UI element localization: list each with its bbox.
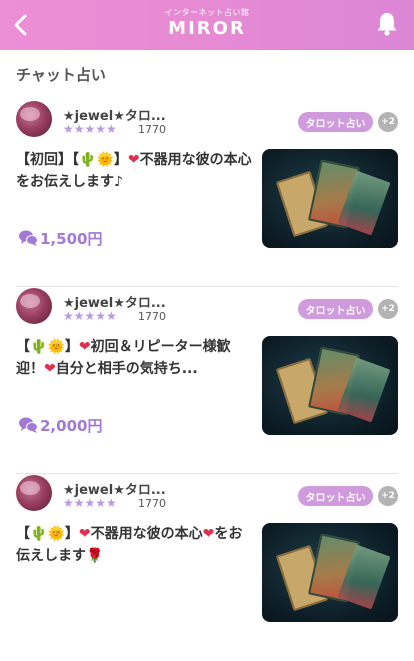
heart-icon: ❤ xyxy=(78,526,91,542)
rating-count: 1770 xyxy=(138,497,166,510)
fortune-teller-card[interactable]: ★jewel★タロ... ★★★★★ 1770 タロット占い +2 【🌵🌞】❤初… xyxy=(0,288,414,474)
desc-text: 自分と相手の気持ち... xyxy=(55,361,198,377)
fortune-teller-card[interactable]: ★jewel★タロ... ★★★★★ 1770 タロット占い +2 【初回】【🌵… xyxy=(0,101,414,287)
rating-count: 1770 xyxy=(138,123,166,136)
rating-count: 1770 xyxy=(138,310,166,323)
desc-text: 【初回】【 xyxy=(16,152,79,168)
card-description[interactable]: 【🌵🌞】❤不器用な彼の本心❤をお伝えします🌹 xyxy=(16,523,252,567)
heart-icon: ❤ xyxy=(202,526,215,542)
more-tags-badge[interactable]: +2 xyxy=(378,112,398,132)
star-rating: ★★★★★ xyxy=(63,309,117,323)
chat-bubbles-icon xyxy=(19,230,38,246)
bell-icon xyxy=(377,13,397,36)
logo-title: MIROR xyxy=(168,18,246,39)
heart-icon: ❤ xyxy=(127,152,140,168)
star-rating: ★★★★★ xyxy=(63,122,117,136)
category-tag[interactable]: タロット占い xyxy=(298,299,373,319)
app-logo[interactable]: インターネット占い館 MIROR xyxy=(0,8,414,40)
cactus-icon: 🌵 xyxy=(30,526,48,542)
price-row[interactable]: 2,000円 xyxy=(18,414,102,436)
avatar[interactable] xyxy=(16,288,52,324)
cactus-icon: 🌵 xyxy=(30,339,48,355)
star-rating: ★★★★★ xyxy=(63,496,117,510)
heart-icon: ❤ xyxy=(44,361,56,377)
avatar[interactable] xyxy=(16,101,52,137)
price: 1,500円 xyxy=(40,229,103,248)
price: 2,000円 xyxy=(40,416,103,435)
card-description[interactable]: 【初回】【🌵🌞】❤不器用な彼の本心をお伝えします♪ xyxy=(16,149,252,193)
chat-bubbles-icon xyxy=(19,417,38,433)
card-description[interactable]: 【🌵🌞】❤初回＆リピーター様歓迎！❤自分と相手の気持ち... xyxy=(16,336,252,380)
more-tags-badge[interactable]: +2 xyxy=(378,486,398,506)
sun-icon: 🌞 xyxy=(47,339,65,355)
category-tag[interactable]: タロット占い xyxy=(298,486,373,506)
logo-subtitle: インターネット占い館 xyxy=(164,8,250,17)
divider xyxy=(16,473,398,474)
rose-icon: 🌹 xyxy=(86,548,104,564)
sun-icon: 🌞 xyxy=(96,152,114,168)
notifications-button[interactable] xyxy=(376,11,398,37)
desc-text: 【 xyxy=(16,339,30,355)
tarot-thumbnail[interactable] xyxy=(262,336,398,435)
price-row[interactable]: 1,500円 xyxy=(18,227,102,249)
more-tags-badge[interactable]: +2 xyxy=(378,299,398,319)
heart-icon: ❤ xyxy=(78,339,91,355)
desc-text: 不器用な彼の本心 xyxy=(90,526,203,542)
desc-text: 】 xyxy=(64,339,79,355)
tarot-thumbnail[interactable] xyxy=(262,149,398,248)
app-header: インターネット占い館 MIROR xyxy=(0,0,414,50)
category-tag[interactable]: タロット占い xyxy=(298,112,373,132)
avatar[interactable] xyxy=(16,475,52,511)
cactus-icon: 🌵 xyxy=(79,152,97,168)
desc-text: 】 xyxy=(64,526,79,542)
divider xyxy=(16,286,398,287)
tarot-thumbnail[interactable] xyxy=(262,523,398,622)
fortune-teller-card[interactable]: ★jewel★タロ... ★★★★★ 1770 タロット占い +2 【🌵🌞】❤不… xyxy=(0,475,414,661)
section-title: チャット占い xyxy=(16,66,106,84)
sun-icon: 🌞 xyxy=(47,526,65,542)
desc-text: 】 xyxy=(113,152,128,168)
desc-text: 【 xyxy=(16,526,30,542)
